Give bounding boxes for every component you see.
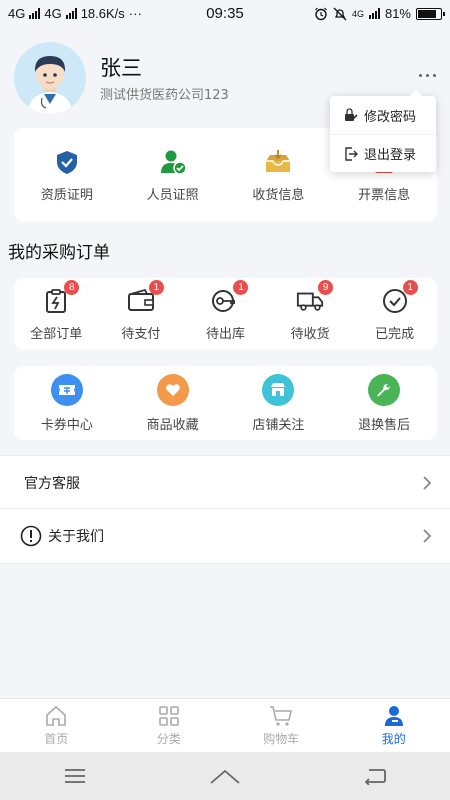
menu-item-label: 修改密码 <box>364 109 417 125</box>
info-circle-icon <box>20 525 42 547</box>
wrench-icon <box>368 373 401 406</box>
tab-cart[interactable]: 购物车 <box>225 699 338 752</box>
orders-section-title: 我的采购订单 <box>8 243 110 263</box>
home-nav-button[interactable] <box>205 761 245 791</box>
quick-link-staff-license[interactable]: 人员证照 <box>120 128 226 222</box>
battery-percent: 81% <box>384 6 411 21</box>
order-badge: 1 <box>402 279 418 295</box>
menu-logout[interactable]: 退出登录 <box>330 134 436 172</box>
wallet-icon: 1 <box>127 279 164 315</box>
tab-label: 购物车 <box>263 731 300 746</box>
order-label: 待支付 <box>121 326 161 342</box>
signal-icon-3 <box>368 8 380 19</box>
order-completed[interactable]: 1 已完成 <box>352 278 437 350</box>
shield-check-icon <box>53 148 81 176</box>
back-nav-button[interactable] <box>355 761 395 791</box>
network-label-3: 4G <box>351 8 364 19</box>
more-options-button[interactable] <box>412 66 442 84</box>
logout-icon <box>345 146 358 161</box>
heart-icon <box>156 373 189 406</box>
service-label: 卡券中心 <box>40 417 93 433</box>
quick-link-label: 人员证照 <box>146 187 199 203</box>
order-label: 待收货 <box>290 326 330 342</box>
coupon-icon <box>50 373 83 406</box>
store-icon <box>262 373 295 406</box>
status-bar: 4G 4G 18.6K/s ··· 09:35 4G 81% <box>0 0 450 28</box>
user-name: 张三 <box>100 56 142 80</box>
cart-icon <box>270 705 293 726</box>
tab-mine[interactable]: 我的 <box>338 699 450 752</box>
menu-item-label: 退出登录 <box>364 148 417 163</box>
battery-icon <box>416 7 445 20</box>
edit-lock-icon <box>345 108 358 121</box>
quick-link-qualification[interactable]: 资质证明 <box>14 128 120 222</box>
user-icon <box>384 705 403 726</box>
services-card: 卡券中心 商品收藏 店铺关注 退换售后 <box>14 366 437 440</box>
quick-link-label: 资质证明 <box>40 187 93 203</box>
order-all[interactable]: 8 全部订单 <box>14 278 99 350</box>
service-favorites[interactable]: 商品收藏 <box>120 366 226 440</box>
tab-home[interactable]: 首页 <box>0 699 113 752</box>
tab-category[interactable]: 分类 <box>113 699 226 752</box>
service-label: 商品收藏 <box>146 417 199 433</box>
quick-link-label: 收货信息 <box>252 187 305 203</box>
order-badge: 1 <box>233 279 249 295</box>
order-label: 全部订单 <box>30 326 83 342</box>
mute-bell-icon <box>333 7 347 20</box>
home-icon <box>46 705 67 726</box>
quick-link-label: 开票信息 <box>358 187 411 203</box>
options-dropdown-menu: 修改密码 退出登录 <box>330 90 436 172</box>
menu-nav-button[interactable] <box>55 761 95 791</box>
key-icon: 1 <box>211 279 249 315</box>
tab-label: 首页 <box>44 731 69 746</box>
grid-icon <box>158 705 179 726</box>
service-after-sales[interactable]: 退换售后 <box>331 366 437 440</box>
inbox-icon <box>264 148 292 176</box>
back-icon <box>364 769 386 785</box>
avatar-doctor-icon <box>14 42 86 114</box>
order-badge: 9 <box>318 279 334 295</box>
order-badge: 8 <box>64 279 80 295</box>
quick-link-delivery-info[interactable]: 收货信息 <box>226 128 332 222</box>
service-store-follow[interactable]: 店铺关注 <box>226 366 332 440</box>
tab-label: 分类 <box>156 731 181 746</box>
company-name: 测试供货医药公司123 <box>100 88 229 103</box>
row-about-us[interactable]: 关于我们 <box>0 509 450 563</box>
check-circle-icon: 1 <box>381 279 418 315</box>
order-label: 已完成 <box>375 326 415 342</box>
hamburger-icon <box>65 769 85 783</box>
user-check-icon <box>159 148 187 176</box>
bottom-tab-bar: 首页 分类 购物车 我的 <box>0 698 450 752</box>
orders-card: 8 全部订单 1 待支付 1 待出库 9 待收货 1 已完成 <box>14 278 437 350</box>
alarm-icon <box>315 7 327 20</box>
clipboard-icon: 8 <box>42 279 80 315</box>
order-pending-shipment[interactable]: 1 待出库 <box>183 278 268 350</box>
chevron-right-icon <box>423 476 432 490</box>
order-badge: 1 <box>148 279 164 295</box>
row-label: 官方客服 <box>24 476 80 492</box>
order-label: 待出库 <box>205 326 245 342</box>
row-customer-service[interactable]: 官方客服 <box>0 456 450 510</box>
divider <box>0 563 450 564</box>
avatar[interactable] <box>14 42 86 114</box>
chevron-right-icon <box>423 529 432 543</box>
service-label: 退换售后 <box>358 417 411 433</box>
truck-icon: 9 <box>296 279 334 315</box>
home-outline-icon <box>210 769 240 784</box>
system-nav-bar <box>0 752 450 800</box>
menu-change-password[interactable]: 修改密码 <box>330 96 436 134</box>
service-coupon-center[interactable]: 卡券中心 <box>14 366 120 440</box>
tab-label: 我的 <box>381 731 406 746</box>
order-pending-payment[interactable]: 1 待支付 <box>99 278 184 350</box>
service-label: 店铺关注 <box>252 417 305 433</box>
row-label: 关于我们 <box>48 529 104 545</box>
order-pending-receipt[interactable]: 9 待收货 <box>268 278 353 350</box>
